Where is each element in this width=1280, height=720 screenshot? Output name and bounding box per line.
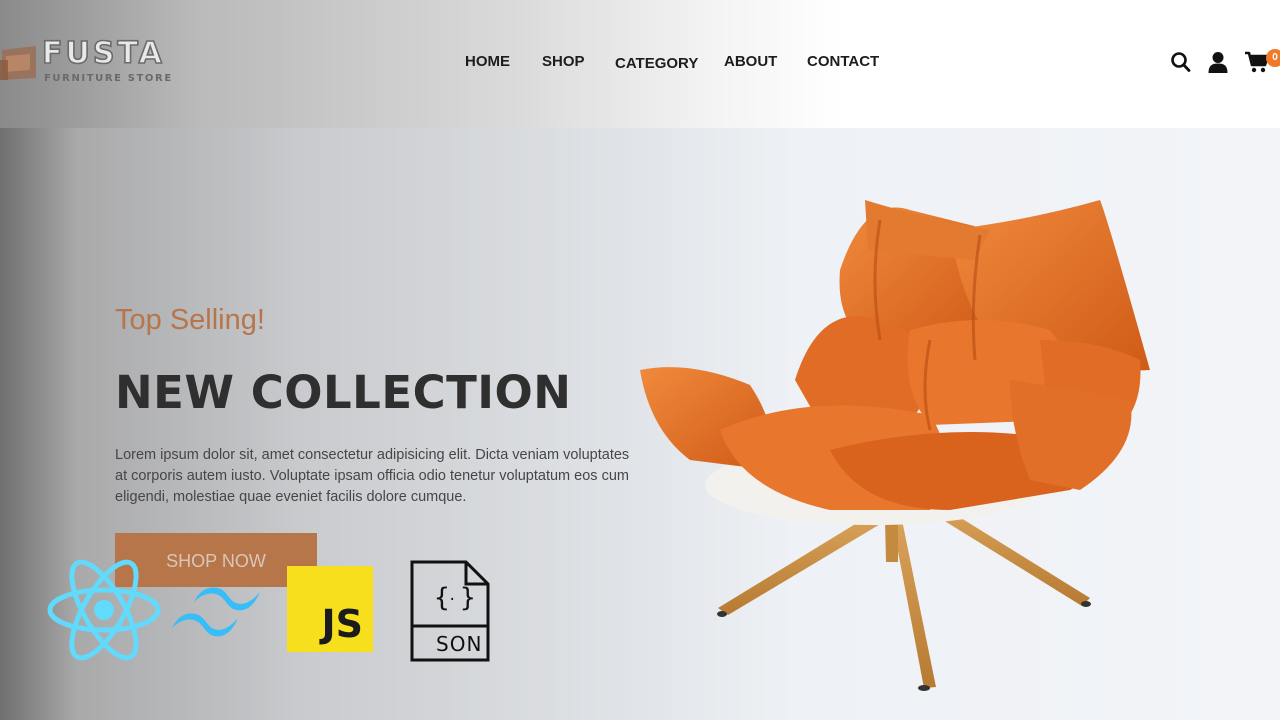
nav-shop[interactable]: SHOP <box>542 53 585 70</box>
cart-count-badge: 0 <box>1266 49 1280 67</box>
hero-eyebrow: Top Selling! <box>115 304 265 336</box>
react-logo-icon <box>47 559 161 661</box>
nav-about[interactable]: ABOUT <box>724 53 777 70</box>
json-logo-label: SON <box>436 632 483 656</box>
nav-category[interactable]: CATEGORY <box>615 55 698 72</box>
svg-text:·: · <box>448 592 456 608</box>
main-nav: HOME SHOP CATEGORY ABOUT CONTACT <box>0 0 1280 128</box>
hero-description: Lorem ipsum dolor sit, amet consectetur … <box>115 447 630 505</box>
site-header: FUSTA FURNITURE STORE HOME SHOP CATEGORY… <box>0 0 1280 128</box>
search-button[interactable] <box>1170 50 1192 79</box>
account-button[interactable] <box>1207 50 1229 79</box>
nav-home[interactable]: HOME <box>465 53 510 70</box>
json-file-icon: { · } SON <box>408 558 492 664</box>
user-icon <box>1208 52 1228 73</box>
javascript-logo-icon: JS <box>287 566 373 652</box>
svg-text:}: } <box>460 583 476 613</box>
js-logo-label: JS <box>321 602 363 646</box>
orange-chair-image <box>640 200 1150 691</box>
nav-contact[interactable]: CONTACT <box>807 53 879 70</box>
search-icon <box>1171 52 1191 72</box>
tailwind-logo-icon <box>172 587 260 637</box>
hero-title: NEW COLLECTION <box>115 366 572 419</box>
